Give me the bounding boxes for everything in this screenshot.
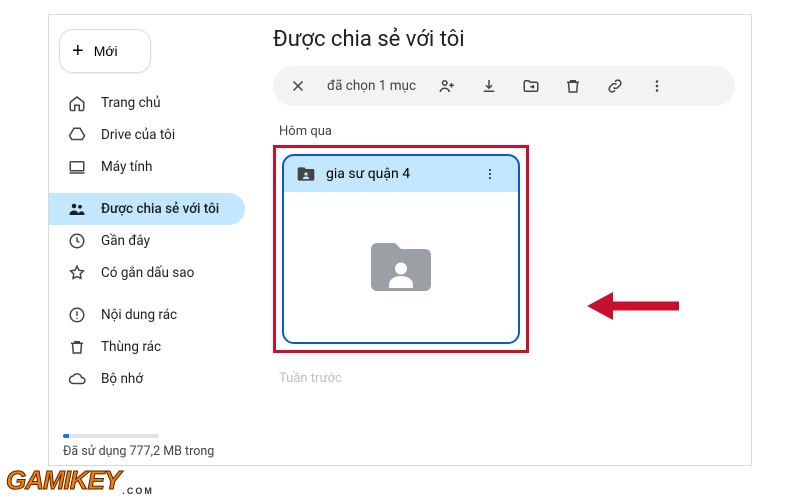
selection-bar: đã chọn 1 mục <box>273 66 735 106</box>
folder-card[interactable]: gia sư quận 4 <box>282 154 520 344</box>
people-icon <box>67 200 87 218</box>
folder-preview <box>284 192 518 342</box>
selection-count-text: đã chọn 1 mục <box>323 78 422 94</box>
trash-icon <box>67 338 87 356</box>
clock-icon <box>67 232 87 250</box>
shared-folder-icon <box>296 164 316 184</box>
sidebar-item-computers[interactable]: Máy tính <box>49 151 245 183</box>
annotation-highlight: gia sư quận 4 <box>273 145 529 353</box>
cloud-icon <box>67 370 87 388</box>
storage-usage: Đã sử dụng 777,2 MB trong <box>49 424 255 459</box>
delete-button[interactable] <box>556 69 590 103</box>
sidebar-item-starred[interactable]: Có gắn dấu sao <box>49 257 245 289</box>
move-button[interactable] <box>514 69 548 103</box>
sidebar-item-recent[interactable]: Gần đây <box>49 225 245 257</box>
new-button-label: Mới <box>94 43 118 59</box>
person-add-icon <box>438 77 456 95</box>
spam-icon <box>67 306 87 324</box>
new-button[interactable]: + Mới <box>59 29 151 73</box>
sidebar-item-label: Thùng rác <box>101 339 161 355</box>
section-label-yesterday: Hôm qua <box>279 124 735 139</box>
trash-icon <box>564 77 582 95</box>
plus-icon: + <box>72 41 84 61</box>
sidebar-item-label: Trang chủ <box>101 95 161 111</box>
sidebar-item-label: Máy tính <box>101 159 152 175</box>
download-button[interactable] <box>472 69 506 103</box>
section-label-lastweek: Tuần trước <box>279 371 735 386</box>
storage-text: Đã sử dụng 777,2 MB trong <box>63 444 241 459</box>
sidebar-item-storage[interactable]: Bộ nhớ <box>49 363 245 395</box>
download-icon <box>480 77 498 95</box>
drive-icon <box>67 126 87 144</box>
link-icon <box>606 77 624 95</box>
shared-folder-large-icon <box>365 231 437 303</box>
close-icon <box>289 77 307 95</box>
sidebar-item-label: Drive của tôi <box>101 127 175 143</box>
link-button[interactable] <box>598 69 632 103</box>
folder-move-icon <box>522 77 540 95</box>
sidebar-item-label: Được chia sẻ với tôi <box>101 201 219 217</box>
more-vert-icon <box>482 166 498 182</box>
page-title: Được chia sẻ với tôi <box>273 27 735 52</box>
watermark-brand: GAMIKEY <box>6 465 120 495</box>
sidebar-item-label: Gần đây <box>101 233 150 249</box>
folder-name: gia sư quận 4 <box>326 166 410 182</box>
sidebar-item-trash[interactable]: Thùng rác <box>49 331 245 363</box>
folder-more-button[interactable] <box>482 166 510 182</box>
computer-icon <box>67 158 87 176</box>
sidebar-item-shared[interactable]: Được chia sẻ với tôi <box>49 193 245 225</box>
sidebar-item-label: Có gắn dấu sao <box>101 265 194 281</box>
annotation-arrow <box>587 288 679 324</box>
sidebar-item-spam[interactable]: Nội dung rác <box>49 299 245 331</box>
sidebar-item-home[interactable]: Trang chủ <box>49 87 245 119</box>
more-actions-button[interactable] <box>640 69 674 103</box>
home-icon <box>67 94 87 112</box>
star-icon <box>67 264 87 282</box>
sidebar-item-label: Nội dung rác <box>101 307 177 323</box>
sidebar-item-label: Bộ nhớ <box>101 371 143 387</box>
watermark: GAMIKEY.COM <box>6 465 154 496</box>
sidebar-item-mydrive[interactable]: Drive của tôi <box>49 119 245 151</box>
more-vert-icon <box>648 77 666 95</box>
storage-bar <box>63 434 159 438</box>
share-button[interactable] <box>430 69 464 103</box>
watermark-suffix: .COM <box>122 486 154 496</box>
clear-selection-button[interactable] <box>281 69 315 103</box>
